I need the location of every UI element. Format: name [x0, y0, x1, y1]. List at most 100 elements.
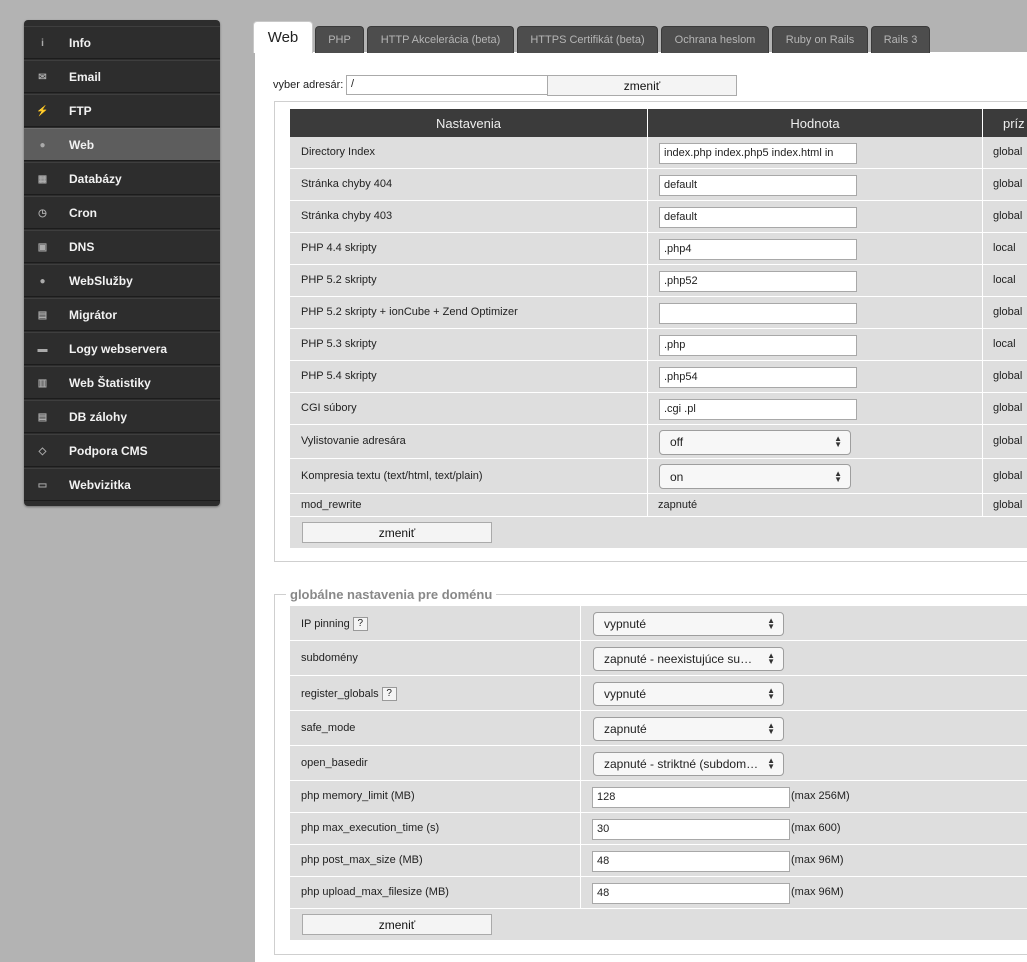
migrator-icon: ▤ [37, 309, 48, 321]
webservices-icon: ● [39, 275, 46, 287]
sidebar-item-label: Web [69, 138, 95, 152]
settings-row: Stránka chyby 403 default global [290, 201, 1027, 233]
settings-row: Directory Index index.php index.php5 inde… [290, 137, 1027, 169]
tab-http-akceleracia-beta[interactable]: HTTP Akcelerácia (beta) [367, 26, 514, 53]
database-icon: ▦ [37, 173, 48, 185]
setting-label: CGI súbory [301, 402, 357, 414]
setting-scope: local [993, 274, 1016, 286]
global-setting-row: safe_mode zapnuté ▲ ▼ [290, 711, 1027, 746]
tab-https-certifikat-beta[interactable]: HTTPS Certifikát (beta) [517, 26, 658, 53]
global-setting-input[interactable]: 30 [592, 818, 790, 840]
tab-rails-3[interactable]: Rails 3 [871, 26, 930, 53]
global-setting-label-text: open_basedir [301, 756, 368, 769]
directory-label: vyber adresár: [273, 79, 344, 91]
global-setting-label-text: php max_execution_time (s) [301, 822, 440, 834]
setting-value-input[interactable]: .php52 [659, 270, 857, 292]
setting-label: Stránka chyby 404 [301, 178, 393, 190]
setting-value-input[interactable] [659, 302, 857, 324]
sidebar-item-label: FTP [69, 104, 92, 118]
global-setting-select[interactable]: vypnuté ▲ ▼ [593, 681, 784, 706]
global-setting-label-text: register_globals [301, 687, 379, 700]
monitor-icon: ▭ [37, 479, 48, 491]
tab-ruby-on-rails[interactable]: Ruby on Rails [772, 26, 868, 53]
setting-scope: global [993, 178, 1023, 190]
setting-label: PHP 5.3 skripty [301, 338, 377, 350]
sidebar-item-web-statistiky[interactable]: ▥ Web Štatistiky [24, 366, 220, 399]
select-value: vypnuté [604, 686, 647, 701]
setting-label: PHP 5.2 skripty + ionCube + Zend Optimiz… [301, 306, 518, 318]
settings-submit-button[interactable]: zmeniť [302, 522, 492, 543]
setting-label: mod_rewrite [301, 498, 362, 511]
sidebar-item-websluzby[interactable]: ● WebSlužby [24, 264, 220, 297]
global-setting-select[interactable]: zapnuté - neexistujúce su… ▲ ▼ [593, 646, 784, 671]
settings-row: Stránka chyby 404 default global [290, 169, 1027, 201]
tab-web[interactable]: Web [253, 21, 313, 53]
global-setting-select[interactable]: zapnuté - striktné (subdom… ▲ ▼ [593, 751, 784, 776]
sidebar-item-logy-webservera[interactable]: ▬ Logy webservera [24, 332, 220, 365]
help-button[interactable]: ? [381, 686, 397, 701]
sidebar-item-dns[interactable]: ▣ DNS [24, 230, 220, 263]
sidebar-item-db-zalohy[interactable]: ▤ DB zálohy [24, 400, 220, 433]
help-button[interactable]: ? [352, 616, 368, 631]
settings-row: CGI súbory .cgi .pl global [290, 393, 1027, 425]
sidebar-item-databazy[interactable]: ▦ Databázy [24, 162, 220, 195]
setting-label: PHP 5.2 skripty [301, 274, 377, 286]
global-setting-label: IP pinning? [301, 616, 368, 631]
setting-label: Stránka chyby 403 [301, 210, 393, 222]
sidebar-item-webvizitka[interactable]: ▭ Webvizitka [24, 468, 220, 501]
max-limit-note: (max 256M) [791, 790, 850, 802]
select-arrows-icon: ▲ ▼ [767, 685, 775, 701]
setting-value-input[interactable]: default [659, 206, 857, 228]
setting-scope: local [993, 242, 1016, 254]
global-setting-input[interactable]: 48 [592, 850, 790, 872]
select-value: vypnuté [604, 616, 647, 631]
settings-row: Kompresia textu (text/html, text/plain) o… [290, 459, 1027, 494]
setting-value-input[interactable]: .cgi .pl [659, 398, 857, 420]
global-setting-label: safe_mode [301, 722, 355, 734]
global-setting-select[interactable]: zapnuté ▲ ▼ [593, 716, 784, 741]
sidebar-nav: i Info ✉ Email ⚡ FTP ● Web ▦ Databázy ◷ Cron ▣ DNS ● We… [24, 20, 220, 506]
dns-icon: ▣ [37, 241, 48, 253]
setting-value-text: zapnuté [658, 498, 698, 511]
sidebar-item-cron[interactable]: ◷ Cron [24, 196, 220, 229]
setting-scope: global [993, 306, 1023, 318]
tab-ochrana-heslom[interactable]: Ochrana heslom [661, 26, 769, 53]
setting-value-input[interactable]: default [659, 174, 857, 196]
sidebar-item-email[interactable]: ✉ Email [24, 60, 220, 93]
setting-scope: global [993, 435, 1023, 447]
global-setting-select[interactable]: vypnuté ▲ ▼ [593, 611, 784, 636]
sidebar-item-migrator[interactable]: ▤ Migrátor [24, 298, 220, 331]
sidebar-item-label: Email [69, 70, 102, 84]
setting-label: Directory Index [301, 146, 375, 158]
setting-scope: global [993, 498, 1023, 511]
sidebar-item-info[interactable]: i Info [24, 26, 220, 59]
global-setting-input[interactable]: 128 [592, 786, 790, 808]
settings-row: PHP 5.2 skripty + ionCube + Zend Optimiz… [290, 297, 1027, 329]
setting-value-select[interactable]: on ▲ ▼ [659, 464, 851, 489]
sidebar-item-web[interactable]: ● Web [24, 128, 220, 161]
setting-value-select[interactable]: off ▲ ▼ [659, 429, 851, 455]
setting-value-input[interactable]: index.php index.php5 index.html in [659, 142, 857, 164]
tab-php[interactable]: PHP [315, 26, 364, 53]
directory-change-button[interactable]: zmeniť [547, 75, 737, 96]
sidebar-item-podpora-cms[interactable]: ◇ Podpora CMS [24, 434, 220, 467]
global-submit-button[interactable]: zmeniť [302, 914, 492, 935]
sidebar-item-label: Info [69, 36, 91, 50]
global-setting-input[interactable]: 48 [592, 882, 790, 904]
web-icon: ● [39, 139, 46, 151]
setting-value-input[interactable]: .php4 [659, 238, 857, 260]
global-setting-row: php max_execution_time (s) 30 (max 600) [290, 813, 1027, 845]
sidebar-item-ftp[interactable]: ⚡ FTP [24, 94, 220, 127]
ftp-icon: ⚡ [36, 105, 49, 117]
global-setting-row: open_basedir zapnuté - striktné (subdom… ▲… [290, 746, 1027, 781]
setting-value-input[interactable]: .php54 [659, 366, 857, 388]
global-setting-row: subdomény zapnuté - neexistujúce su… ▲ ▼ [290, 641, 1027, 676]
global-setting-row: php memory_limit (MB) 128 (max 256M) [290, 781, 1027, 813]
select-arrows-icon: ▲ ▼ [767, 755, 775, 771]
info-icon: i [41, 37, 44, 49]
global-setting-label-text: subdomény [301, 651, 358, 664]
setting-scope: global [993, 402, 1023, 414]
setting-value-input[interactable]: .php [659, 334, 857, 356]
header-settings: Nastavenia [290, 109, 647, 137]
header-value: Hodnota [648, 109, 982, 137]
